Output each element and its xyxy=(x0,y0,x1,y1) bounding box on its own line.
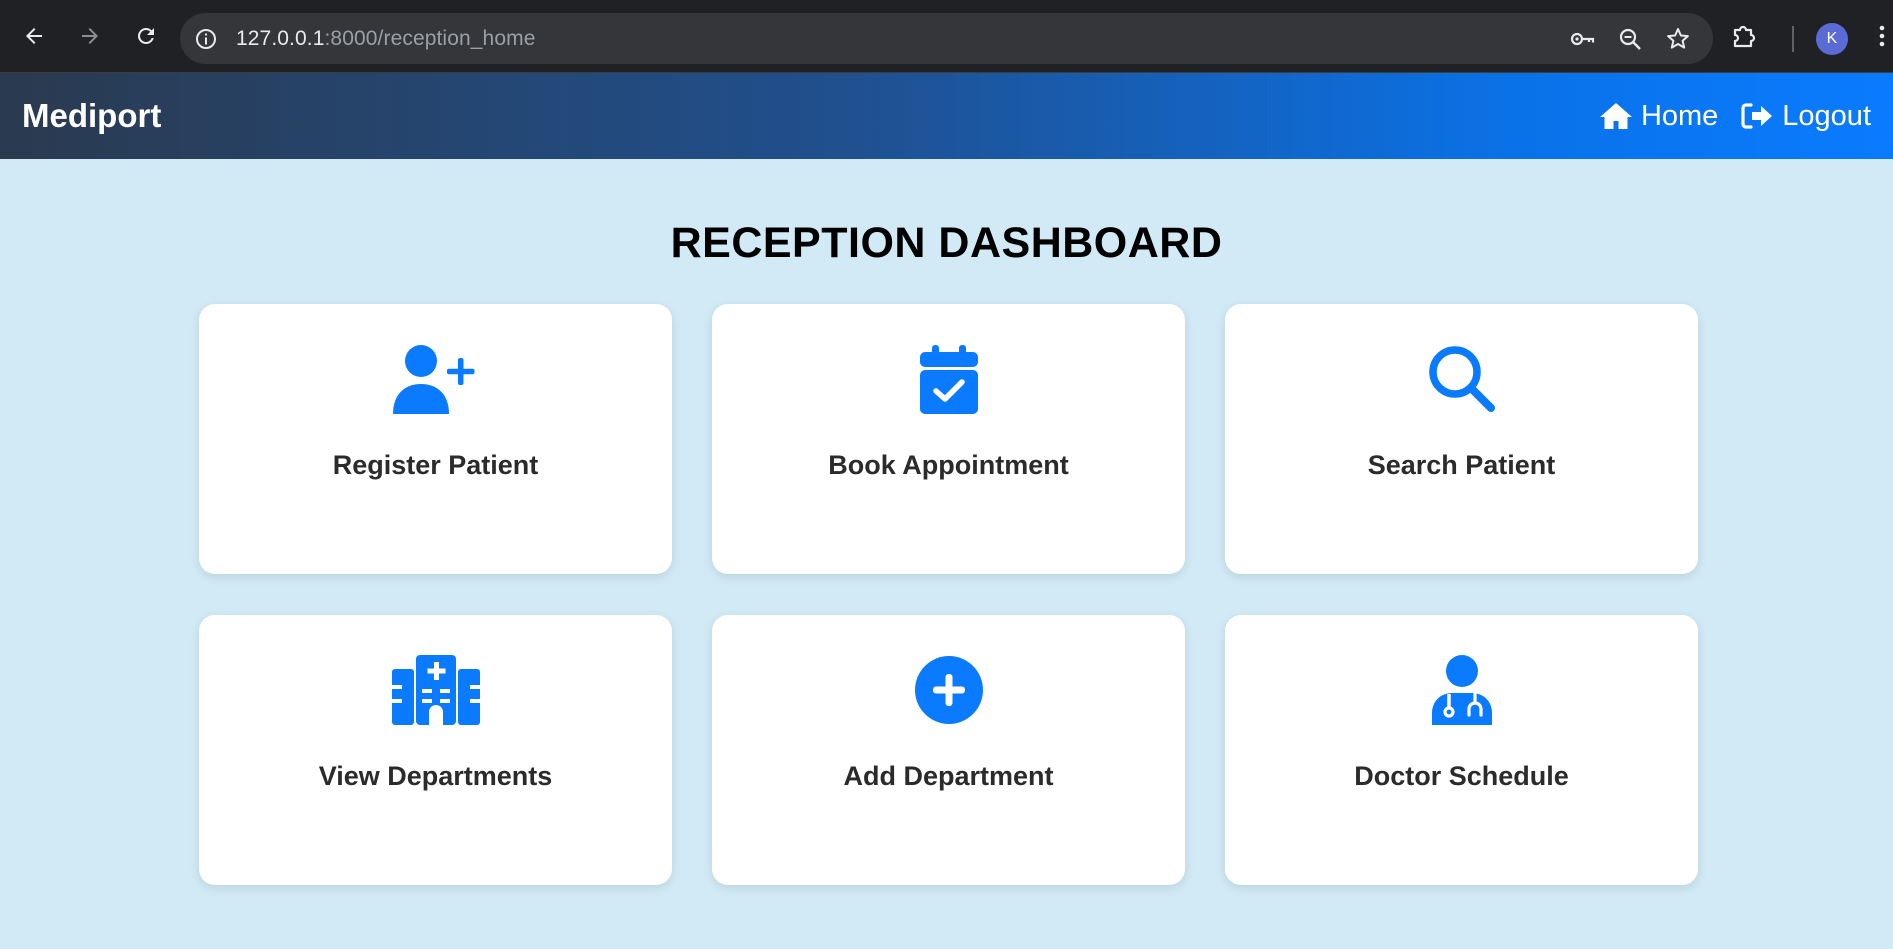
card-label: Search Patient xyxy=(1367,450,1556,480)
search-icon xyxy=(1428,346,1495,412)
nav-logout-link[interactable]: Logout xyxy=(1740,100,1871,133)
doctor-icon xyxy=(1431,655,1492,725)
extensions-button[interactable] xyxy=(1730,22,1758,55)
register-patient-card[interactable]: Register Patient xyxy=(199,304,672,574)
user-plus-icon xyxy=(392,345,474,414)
back-button[interactable] xyxy=(10,12,58,60)
browser-toolbar: 127.0.0.1:8000/reception_home K xyxy=(0,0,1893,73)
book-appointment-card[interactable]: Book Appointment xyxy=(712,304,1185,574)
profile-avatar[interactable]: K xyxy=(1816,22,1848,55)
app-navbar: Mediport Home Logout xyxy=(0,73,1893,159)
doctor-schedule-card[interactable]: Doctor Schedule xyxy=(1225,615,1698,885)
main-content: RECEPTION DASHBOARD Register Patient Boo… xyxy=(0,159,1893,949)
url-text[interactable]: 127.0.0.1:8000/reception_home xyxy=(236,27,535,51)
menu-button[interactable] xyxy=(1870,21,1893,56)
site-info-icon[interactable] xyxy=(192,25,220,53)
key-icon[interactable] xyxy=(1569,26,1595,52)
reload-icon xyxy=(138,28,154,44)
address-bar[interactable]: 127.0.0.1:8000/reception_home xyxy=(180,13,1713,64)
more-vert-icon xyxy=(1879,25,1885,47)
nav-home-label: Home xyxy=(1640,99,1719,132)
search-patient-card[interactable]: Search Patient xyxy=(1225,304,1698,574)
toolbar-divider xyxy=(1792,25,1794,52)
home-icon xyxy=(1599,103,1632,129)
add-department-card[interactable]: Add Department xyxy=(712,615,1185,885)
page-title: RECEPTION DASHBOARD xyxy=(670,219,1223,267)
star-icon[interactable] xyxy=(1665,26,1691,52)
logout-icon xyxy=(1741,103,1773,129)
card-label: Register Patient xyxy=(332,450,539,480)
calendar-check-icon xyxy=(919,345,978,414)
zoom-icon[interactable] xyxy=(1617,26,1643,52)
nav-logout-label: Logout xyxy=(1782,99,1871,132)
puzzle-icon xyxy=(1733,25,1756,48)
hospital-icon xyxy=(391,655,480,725)
arrow-left-icon xyxy=(26,28,42,44)
arrow-right-icon xyxy=(82,28,98,44)
card-label: Book Appointment xyxy=(828,450,1069,480)
nav-home-link[interactable]: Home xyxy=(1599,100,1718,133)
forward-button[interactable] xyxy=(66,12,114,60)
url-path: :8000/reception_home xyxy=(324,26,536,50)
card-label: Doctor Schedule xyxy=(1354,761,1569,791)
nav-links: Home Logout xyxy=(1599,100,1871,133)
card-label: View Departments xyxy=(318,761,553,791)
url-host: 127.0.0.1 xyxy=(236,26,325,50)
reload-button[interactable] xyxy=(122,12,170,60)
card-label: Add Department xyxy=(843,761,1054,791)
view-departments-card[interactable]: View Departments xyxy=(199,615,672,885)
brand-logo[interactable]: Mediport xyxy=(22,97,161,135)
plus-circle-icon xyxy=(914,656,983,724)
